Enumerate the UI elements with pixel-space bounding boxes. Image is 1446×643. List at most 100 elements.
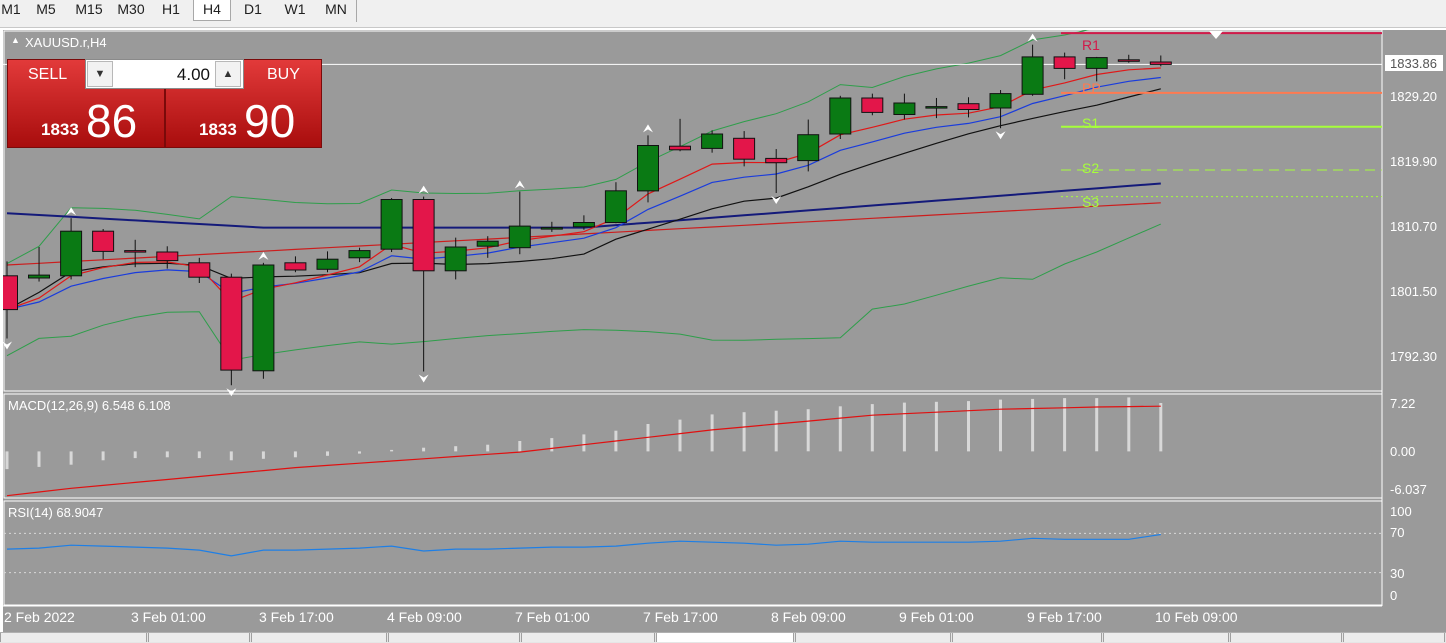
timeframe-d1[interactable]: D1 <box>236 0 270 20</box>
chart-tab[interactable] <box>521 633 655 642</box>
symbol-label: XAUUSD.r,H4 <box>25 35 107 50</box>
chart-tab[interactable] <box>251 633 387 642</box>
pivot-r1-label: R1 <box>1082 37 1100 53</box>
buy-price-big: 90 <box>244 95 296 147</box>
candle-body <box>124 250 147 253</box>
sell-price-big: 86 <box>86 95 138 147</box>
decrease-lot-button[interactable]: ▼ <box>87 61 113 87</box>
candle-body <box>733 137 756 160</box>
macd-bar <box>422 447 426 452</box>
timeframe-toolbar: M1 M5 M15 M30 H1 H4 D1 W1 MN <box>0 0 1446 28</box>
collapse-triangle-icon[interactable]: ▲ <box>11 35 20 45</box>
candle-body <box>989 93 1012 109</box>
candle-body <box>637 145 659 192</box>
macd-bar <box>1095 398 1099 452</box>
macd-bar <box>5 451 9 470</box>
lot-size-control: ▼ ▲ <box>85 59 244 89</box>
rsi-axis-label: 70 <box>1390 525 1404 540</box>
chart-tab[interactable] <box>952 633 1102 642</box>
increase-lot-button[interactable]: ▲ <box>215 61 241 87</box>
macd-bar <box>165 451 169 458</box>
candle-body <box>156 251 179 262</box>
macd-bar <box>934 401 938 452</box>
candle-body <box>829 97 852 135</box>
macd-bar <box>326 451 329 456</box>
macd-bar <box>133 451 137 459</box>
macd-bar <box>1031 398 1035 452</box>
candle-body <box>861 97 884 113</box>
buy-label: BUY <box>267 66 300 83</box>
timeframe-h4[interactable]: H4 <box>193 0 231 21</box>
chart-tab[interactable] <box>148 633 250 642</box>
candle-body <box>604 190 627 224</box>
rsi-axis-label: 0 <box>1390 588 1397 603</box>
chart-tab[interactable] <box>795 633 951 642</box>
candle-body <box>60 230 83 277</box>
chart-tab[interactable] <box>1230 633 1342 642</box>
chart-tab-active[interactable] <box>656 633 794 642</box>
pivot-s1-label: S1 <box>1082 115 1099 131</box>
macd-bar <box>838 406 842 452</box>
chart-tab[interactable] <box>388 633 520 642</box>
macd-bar <box>518 441 522 452</box>
macd-axis-label: 7.22 <box>1390 396 1415 411</box>
time-axis-label: 8 Feb 09:00 <box>771 609 846 625</box>
macd-bar <box>486 444 490 452</box>
macd-bar <box>197 451 201 459</box>
candle-body <box>1053 56 1076 69</box>
candle-body <box>669 145 691 151</box>
one-click-trading-panel: SELL 1833 86 BUY 1833 90 ▼ ▲ <box>7 59 322 148</box>
chart-tab[interactable] <box>1103 633 1229 642</box>
chart-tab[interactable] <box>0 633 147 642</box>
time-axis-label: 7 Feb 17:00 <box>643 609 718 625</box>
timeframe-m30[interactable]: M30 <box>112 0 150 20</box>
timeframe-w1[interactable]: W1 <box>278 0 312 20</box>
macd-bar <box>742 412 746 452</box>
timeframe-mn[interactable]: MN <box>318 0 354 20</box>
macd-bar <box>967 401 970 452</box>
candle-body <box>28 274 50 279</box>
chart-tabs-bar <box>0 632 1446 643</box>
timeframe-m15[interactable]: M15 <box>70 0 108 20</box>
macd-bar <box>678 419 682 452</box>
time-axis-label: 7 Feb 01:00 <box>515 609 590 625</box>
macd-bar <box>101 451 105 461</box>
candle-body <box>476 240 499 247</box>
toolbar-divider <box>356 0 357 22</box>
sell-label: SELL <box>28 66 68 83</box>
chart-tab[interactable] <box>1343 633 1445 642</box>
macd-bar <box>550 438 554 452</box>
candle-body <box>284 262 307 271</box>
time-axis-label: 10 Feb 09:00 <box>1155 609 1238 625</box>
current-price-label: 1833.86 <box>1390 56 1437 71</box>
chevron-down-icon: ▼ <box>94 68 106 80</box>
time-axis-label: 3 Feb 17:00 <box>259 609 334 625</box>
candle-body <box>1117 59 1140 62</box>
timeframe-m5[interactable]: M5 <box>30 0 62 20</box>
macd-bar <box>1063 398 1067 452</box>
macd-bar <box>582 434 586 452</box>
macd-bar <box>774 410 778 452</box>
candle-body <box>316 258 339 270</box>
candle-body <box>1149 61 1172 65</box>
macd-bar <box>710 414 714 452</box>
candle-body <box>1085 57 1108 69</box>
candle-body <box>957 103 980 110</box>
macd-bar <box>999 399 1002 452</box>
macd-bar <box>69 451 73 465</box>
timeframe-m1[interactable]: M1 <box>0 0 22 20</box>
candle-body <box>925 106 948 109</box>
candle-body <box>412 199 435 272</box>
candle-body <box>188 262 211 278</box>
timeframe-h1[interactable]: H1 <box>156 0 186 20</box>
candle-body <box>444 246 467 272</box>
lot-size-input[interactable] <box>116 64 212 86</box>
rsi-axis-label: 30 <box>1390 566 1404 581</box>
macd-bar <box>261 451 265 459</box>
price-axis-label: 1792.30 <box>1390 349 1437 364</box>
rsi-label: RSI(14) 68.9047 <box>8 505 103 520</box>
candle-body <box>1021 56 1044 95</box>
candle-body <box>0 275 18 311</box>
macd-bar <box>358 451 361 454</box>
macd-bar <box>293 451 297 458</box>
